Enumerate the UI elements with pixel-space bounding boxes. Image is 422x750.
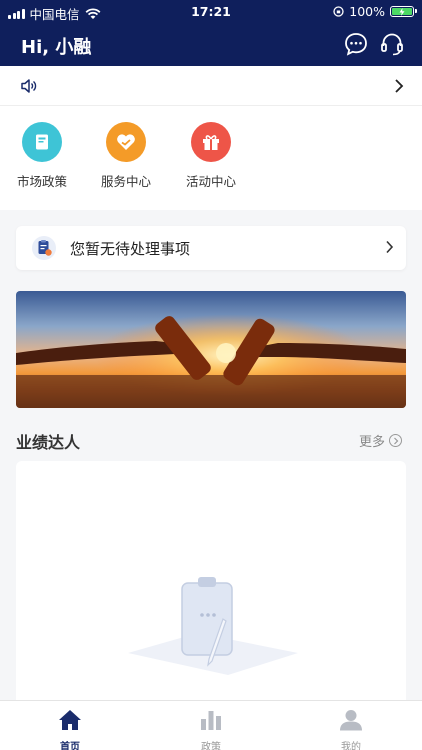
sunset-cheers-photo — [16, 291, 406, 408]
orientation-lock-icon — [333, 6, 344, 17]
empty-state-icon — [128, 577, 298, 675]
bar-chart-icon — [201, 711, 221, 730]
book-icon — [22, 122, 62, 162]
tab-mine[interactable]: 我的 — [311, 709, 391, 750]
chevron-circle-icon — [389, 434, 402, 447]
chevron-right-icon[interactable] — [385, 240, 394, 254]
tab-label: 首页 — [60, 742, 80, 750]
user-icon — [340, 710, 362, 731]
tab-bar: 首页 政策 我的 — [0, 700, 422, 750]
tab-policy[interactable]: 政策 — [171, 709, 251, 750]
performance-card — [16, 461, 406, 701]
todo-text: 您暂无待处理事项 — [70, 240, 191, 258]
battery-icon — [390, 6, 417, 17]
quick-action-label: 市场政策 — [16, 174, 67, 189]
battery-percent: 100% — [349, 4, 385, 19]
more-label: 更多 — [358, 435, 385, 450]
message-icon[interactable] — [343, 31, 369, 57]
status-bar: 中国电信 17:21 100% — [0, 0, 422, 22]
chevron-right-icon[interactable] — [394, 78, 404, 94]
quick-action-label: 活动中心 — [185, 174, 236, 189]
notice-bar[interactable] — [0, 66, 422, 106]
more-link[interactable]: 更多 — [359, 431, 402, 450]
section-title: 业绩达人 — [16, 433, 81, 452]
quick-action-label: 服务中心 — [100, 174, 151, 189]
app-header: 中国电信 17:21 100% Hi, 小融 — [0, 0, 422, 66]
quick-actions: 市场政策 服务中心 活动中心 — [0, 106, 422, 210]
greeting-title: Hi, 小融 — [21, 37, 92, 58]
tab-home[interactable]: 首页 — [30, 709, 110, 750]
quick-action-activity-center[interactable]: 活动中心 — [176, 122, 246, 190]
promo-banner[interactable] — [16, 291, 406, 408]
quick-action-market-policy[interactable]: 市场政策 — [7, 122, 77, 190]
gift-icon — [191, 122, 231, 162]
quick-action-service-center[interactable]: 服务中心 — [91, 122, 161, 190]
tab-label: 我的 — [341, 742, 361, 750]
home-icon — [59, 710, 81, 730]
tab-label: 政策 — [201, 742, 221, 750]
clipboard-icon — [32, 236, 56, 260]
speaker-icon — [21, 79, 37, 93]
todo-card[interactable]: 您暂无待处理事项 — [16, 226, 406, 270]
heart-icon — [106, 122, 146, 162]
headset-icon[interactable] — [379, 31, 405, 57]
